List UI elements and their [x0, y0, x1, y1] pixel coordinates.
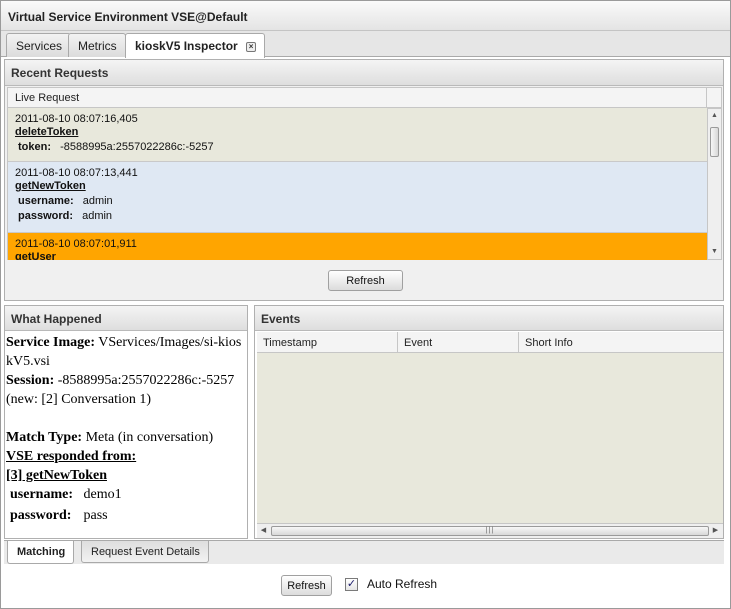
- arrow-right-icon[interactable]: ▶: [709, 524, 722, 538]
- request-arg-value: admin: [82, 195, 113, 207]
- events-panel: Events Timestamp Event Short Info ◀ ||| …: [254, 305, 724, 539]
- request-timestamp: 2011-08-10 08:07:13,441: [15, 167, 138, 179]
- tab-metrics[interactable]: Metrics: [68, 33, 126, 57]
- check-icon: ✓: [346, 578, 357, 590]
- request-row[interactable]: 2011-08-10 08:07:13,441 getNewToken user…: [8, 162, 707, 233]
- tab-services[interactable]: Services: [6, 33, 72, 57]
- arrow-down-icon[interactable]: ▼: [708, 245, 721, 259]
- events-table-header: Timestamp Event Short Info: [257, 332, 723, 353]
- top-tab-bar: Services Metrics kioskV5 Inspector ×: [1, 31, 730, 58]
- request-arg-key: username:: [18, 195, 74, 207]
- request-timestamp: 2011-08-10 08:07:01,911: [15, 238, 137, 250]
- auto-refresh-checkbox[interactable]: ✓: [345, 578, 358, 591]
- param-value: pass: [83, 508, 108, 523]
- tab-matching-label: Matching: [17, 546, 66, 558]
- close-icon[interactable]: ×: [246, 42, 257, 52]
- request-arg: token: -8588995a:2557022286c:-5257: [15, 141, 707, 153]
- service-image-label: Service Image:: [6, 335, 96, 350]
- column-short-info[interactable]: Short Info: [519, 332, 723, 353]
- request-operation[interactable]: deleteToken: [15, 126, 707, 138]
- events-horizontal-scrollbar[interactable]: ◀ ||| ▶: [257, 523, 723, 538]
- events-table-body: [257, 353, 723, 523]
- request-timestamp: 2011-08-10 08:07:16,405: [15, 113, 138, 125]
- tab-request-event-details-label: Request Event Details: [91, 546, 200, 558]
- request-list-scrollbar[interactable]: ▲ ▼: [707, 108, 722, 260]
- match-type-value: Meta (in conversation): [85, 430, 214, 445]
- column-header-corner: [707, 87, 722, 108]
- request-arg-value: -8588995a:2557022286c:-5257: [60, 141, 214, 153]
- session-label: Session:: [6, 373, 55, 388]
- param-key: username:: [10, 487, 73, 502]
- tab-metrics-label: Metrics: [78, 39, 117, 53]
- bottom-tab-bar: Matching Request Event Details: [4, 540, 724, 564]
- column-timestamp[interactable]: Timestamp: [257, 332, 398, 353]
- live-request-column-header[interactable]: Live Request: [7, 87, 707, 108]
- param-key: password:: [10, 508, 72, 523]
- request-operation[interactable]: getNewToken: [15, 180, 707, 192]
- request-operation[interactable]: getUser: [15, 251, 707, 260]
- responded-operation[interactable]: [3] getNewToken: [6, 466, 246, 485]
- param-value: demo1: [83, 487, 122, 502]
- what-happened-title: What Happened: [5, 306, 247, 331]
- recent-refresh-button[interactable]: Refresh: [328, 270, 403, 291]
- footer-refresh-button[interactable]: Refresh: [281, 575, 332, 596]
- match-type-label: Match Type:: [6, 430, 83, 445]
- auto-refresh-label[interactable]: Auto Refresh: [367, 577, 437, 591]
- request-row-selected[interactable]: 2011-08-10 08:07:01,911 getUser: [8, 233, 707, 260]
- request-arg-key: token:: [18, 141, 51, 153]
- arrow-up-icon[interactable]: ▲: [708, 109, 721, 123]
- column-event[interactable]: Event: [398, 332, 519, 353]
- arrow-left-icon[interactable]: ◀: [257, 524, 270, 538]
- window-title: Virtual Service Environment VSE@Default: [1, 1, 730, 31]
- request-list: 2011-08-10 08:07:16,405 deleteToken toke…: [7, 108, 707, 260]
- events-title: Events: [255, 306, 723, 331]
- request-arg-key: password:: [18, 210, 74, 222]
- what-happened-details: Service Image: VServices/Images/si-kiosk…: [6, 333, 246, 525]
- param-row: username: demo1: [6, 485, 246, 504]
- tab-request-event-details[interactable]: Request Event Details: [81, 541, 209, 563]
- request-row[interactable]: 2011-08-10 08:07:16,405 deleteToken toke…: [8, 108, 707, 162]
- recent-requests-panel: Recent Requests Live Request 2011-08-10 …: [4, 59, 724, 301]
- param-row: password: pass: [6, 506, 246, 525]
- tab-services-label: Services: [16, 39, 63, 53]
- scrollbar-thumb[interactable]: [710, 127, 719, 157]
- what-happened-panel: What Happened Service Image: VServices/I…: [4, 305, 248, 539]
- recent-requests-title: Recent Requests: [5, 60, 723, 86]
- tab-kioskv5-inspector-label: kioskV5 Inspector: [135, 39, 238, 53]
- request-arg-value: admin: [82, 210, 113, 222]
- tab-matching[interactable]: Matching: [7, 541, 75, 564]
- responded-from-heading: VSE responded from:: [6, 449, 137, 464]
- footer-bar: [1, 568, 730, 608]
- tab-kioskv5-inspector[interactable]: kioskV5 Inspector ×: [125, 33, 266, 58]
- scrollbar-thumb[interactable]: |||: [271, 526, 709, 536]
- request-arg: password: admin: [15, 210, 707, 222]
- request-arg: username: admin: [15, 195, 707, 207]
